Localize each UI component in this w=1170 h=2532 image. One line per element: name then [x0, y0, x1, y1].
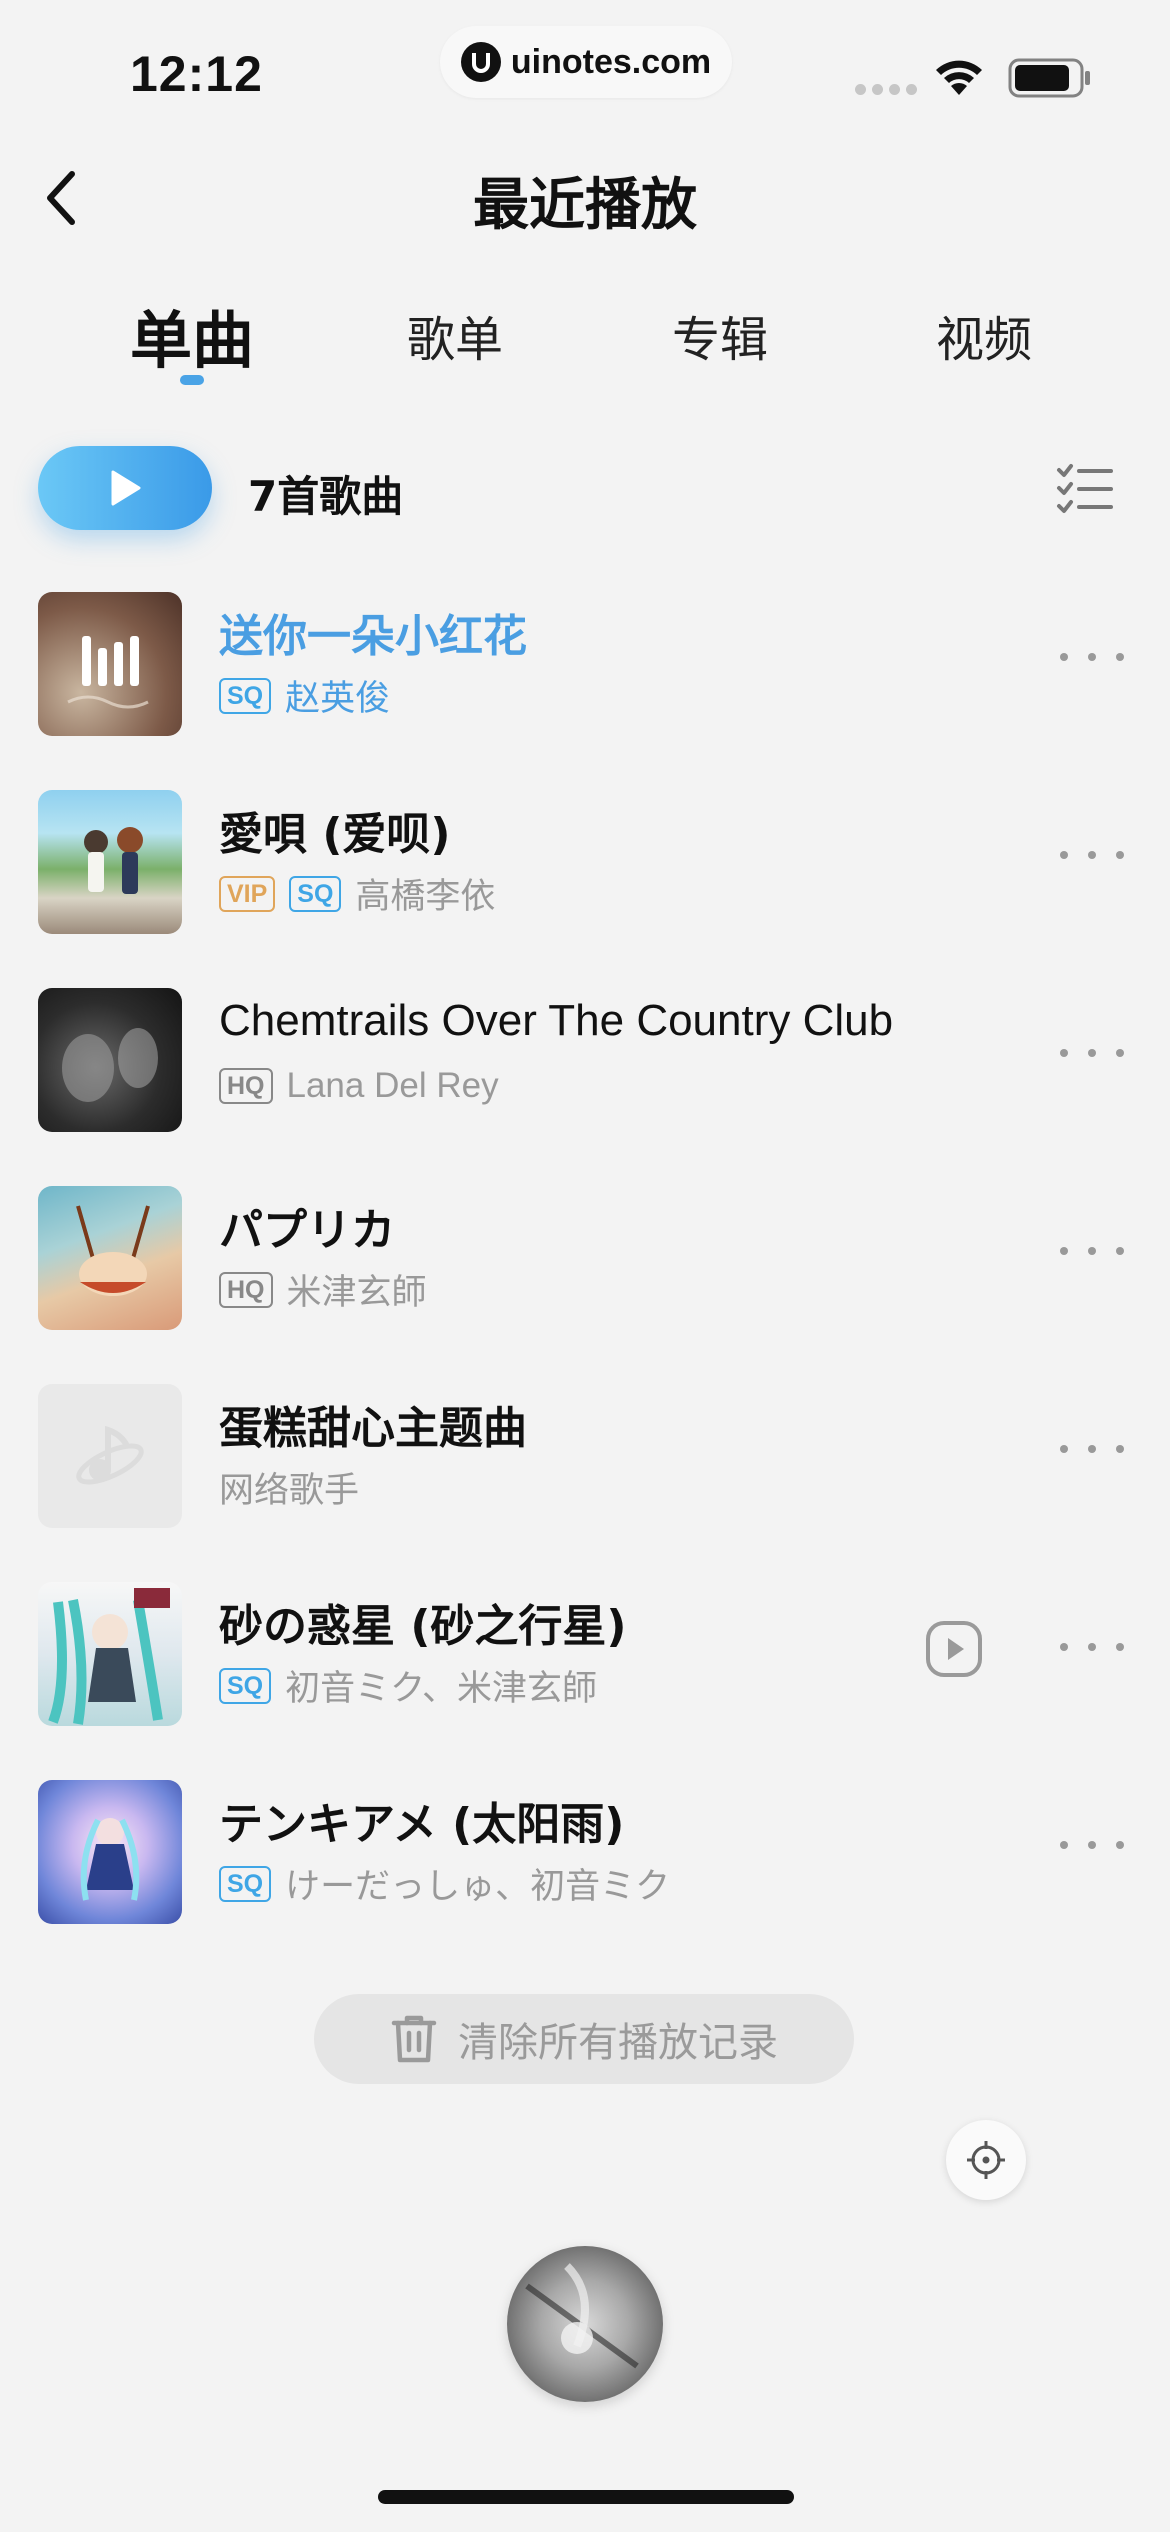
tab-albums[interactable]: 专辑 — [610, 300, 830, 370]
tab-singles[interactable]: 单曲 — [82, 290, 302, 380]
more-options-icon[interactable] — [1060, 1236, 1124, 1266]
more-options-icon[interactable] — [1060, 1038, 1124, 1068]
artist-name[interactable]: Lana Del Rey — [287, 1066, 499, 1106]
mv-play-icon[interactable] — [925, 1620, 983, 1678]
clear-history-button[interactable]: 清除所有播放记录 — [314, 1994, 854, 2084]
artist-name[interactable]: 初音ミク、米津玄師 — [285, 1660, 597, 1711]
more-options-icon[interactable] — [1060, 840, 1124, 870]
trash-icon — [391, 2015, 437, 2063]
song-row[interactable]: テンキアメ (太阳雨) SQ けーだっしゅ、初音ミク — [0, 1748, 1170, 1946]
artist-name[interactable]: 米津玄師 — [287, 1264, 427, 1315]
multi-select-icon[interactable] — [1055, 460, 1115, 520]
locate-current-button[interactable] — [946, 2120, 1026, 2200]
song-meta: HQ 米津玄師 — [219, 1264, 427, 1315]
cellular-signal-icon — [855, 84, 917, 95]
mini-player-disc[interactable] — [507, 2246, 663, 2402]
song-meta: SQ けーだっしゅ、初音ミク — [219, 1858, 670, 1909]
song-title: Chemtrails Over The Country Club — [219, 996, 894, 1045]
sq-badge: SQ — [219, 1865, 272, 1902]
hq-badge: HQ — [219, 1271, 273, 1308]
url-text: uinotes.com — [510, 42, 712, 81]
hq-badge: HQ — [219, 1068, 273, 1104]
more-options-icon[interactable] — [1060, 1830, 1124, 1860]
play-icon — [111, 470, 141, 506]
song-title: パプリカ — [219, 1205, 395, 1256]
album-cover — [38, 1384, 182, 1528]
sq-badge: SQ — [219, 677, 272, 714]
song-row[interactable]: 送你一朵小红花 SQ 赵英俊 — [0, 560, 1170, 758]
album-cover — [38, 592, 182, 736]
album-cover — [38, 988, 182, 1132]
sq-badge: SQ — [289, 875, 342, 912]
album-cover — [38, 1582, 182, 1726]
song-meta: SQ 初音ミク、米津玄師 — [219, 1660, 597, 1711]
song-meta: SQ 赵英俊 — [219, 670, 390, 721]
music-note-placeholder-icon — [76, 1425, 144, 1485]
wifi-icon — [936, 60, 982, 95]
now-playing-bars-icon — [67, 636, 149, 709]
song-meta: VIP SQ 高橋李依 — [219, 868, 495, 919]
artist-name[interactable]: 赵英俊 — [285, 670, 390, 721]
site-logo-icon — [460, 42, 501, 82]
song-row[interactable]: 蛋糕甜心主题曲 网络歌手 — [0, 1352, 1170, 1550]
tab-videos[interactable]: 视频 — [874, 300, 1094, 370]
url-pill[interactable]: uinotes.com — [440, 26, 732, 98]
status-time: 12:12 — [130, 46, 263, 102]
album-cover — [38, 1186, 182, 1330]
song-row[interactable]: パプリカ HQ 米津玄師 — [0, 1154, 1170, 1352]
song-title: 愛唄 (爱呗) — [219, 809, 451, 860]
song-meta: 网络歌手 — [219, 1462, 359, 1513]
song-count: 7首歌曲 — [248, 472, 404, 521]
song-title: テンキアメ (太阳雨) — [219, 1799, 625, 1850]
more-options-icon[interactable] — [1060, 642, 1124, 672]
artist-name[interactable]: 网络歌手 — [219, 1462, 359, 1513]
tab-playlists[interactable]: 歌单 — [345, 300, 565, 370]
album-cover — [38, 790, 182, 934]
page-title: 最近播放 — [473, 173, 697, 238]
more-options-icon[interactable] — [1060, 1632, 1124, 1662]
sq-badge: SQ — [219, 1667, 272, 1704]
song-title: 送你一朵小红花 — [219, 611, 527, 662]
artist-name[interactable]: 高橋李依 — [355, 868, 495, 919]
song-row[interactable]: 砂の惑星 (砂之行星) SQ 初音ミク、米津玄師 — [0, 1550, 1170, 1748]
song-title: 砂の惑星 (砂之行星) — [219, 1601, 627, 1652]
vip-badge: VIP — [219, 875, 276, 912]
song-meta: HQ Lana Del Rey — [219, 1066, 499, 1106]
artist-name[interactable]: けーだっしゅ、初音ミク — [285, 1858, 670, 1909]
home-indicator — [378, 2490, 794, 2504]
song-row[interactable]: Chemtrails Over The Country Club HQ Lana… — [0, 956, 1170, 1154]
play-all-button[interactable] — [38, 446, 212, 530]
crosshair-icon — [967, 2141, 1005, 2179]
album-cover — [38, 1780, 182, 1924]
tab-indicator — [180, 375, 204, 385]
clear-history-label: 清除所有播放记录 — [458, 2020, 778, 2066]
song-row[interactable]: 愛唄 (爱呗) VIP SQ 高橋李依 — [0, 758, 1170, 956]
song-title: 蛋糕甜心主题曲 — [219, 1403, 527, 1454]
more-options-icon[interactable] — [1060, 1434, 1124, 1464]
battery-icon — [1008, 58, 1090, 98]
